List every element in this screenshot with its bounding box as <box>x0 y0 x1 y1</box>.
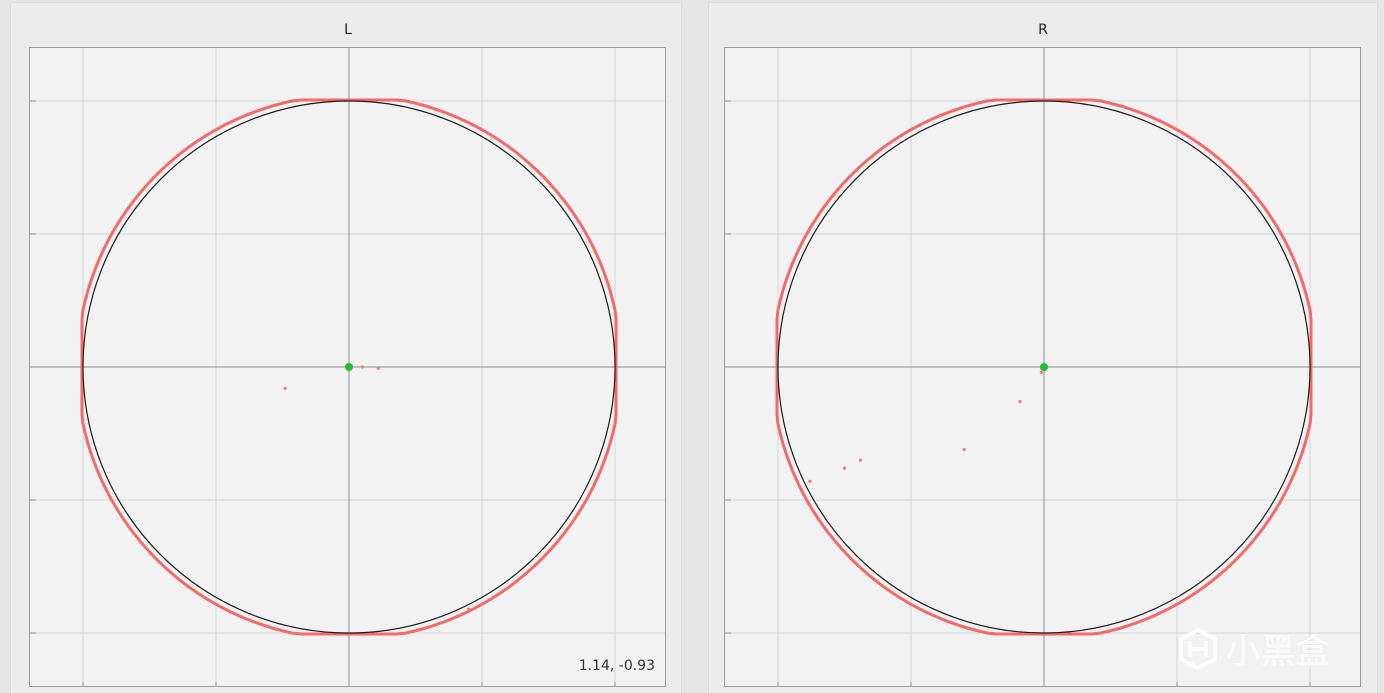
right-plot-title: R <box>1038 22 1048 38</box>
sample-point <box>808 479 812 483</box>
right-stick-plot <box>724 47 1361 687</box>
sample-point <box>283 386 287 390</box>
watermark: 小黑盒 <box>1176 624 1331 673</box>
stick-position-dot <box>345 363 353 371</box>
left-stick-chart <box>30 48 665 686</box>
sample-point <box>467 607 471 611</box>
sample-point <box>360 365 364 369</box>
stick-calibration-window: L R 1.14, -0.93 小黑盒 <box>0 0 1384 693</box>
left-plot-title: L <box>344 22 352 38</box>
cursor-coordinate-readout: 1.14, -0.93 <box>578 658 655 674</box>
heybox-logo-icon <box>1179 627 1217 670</box>
stick-position-dot <box>1040 363 1048 371</box>
sample-point <box>376 366 380 370</box>
left-stick-plot: 1.14, -0.93 <box>29 47 666 687</box>
sample-point <box>842 466 847 470</box>
sample-point <box>1018 399 1022 404</box>
sample-point <box>858 458 863 462</box>
right-stick-chart <box>725 48 1360 686</box>
watermark-text: 小黑盒 <box>1226 632 1331 672</box>
sample-point <box>1039 370 1043 374</box>
sample-point <box>962 447 966 452</box>
